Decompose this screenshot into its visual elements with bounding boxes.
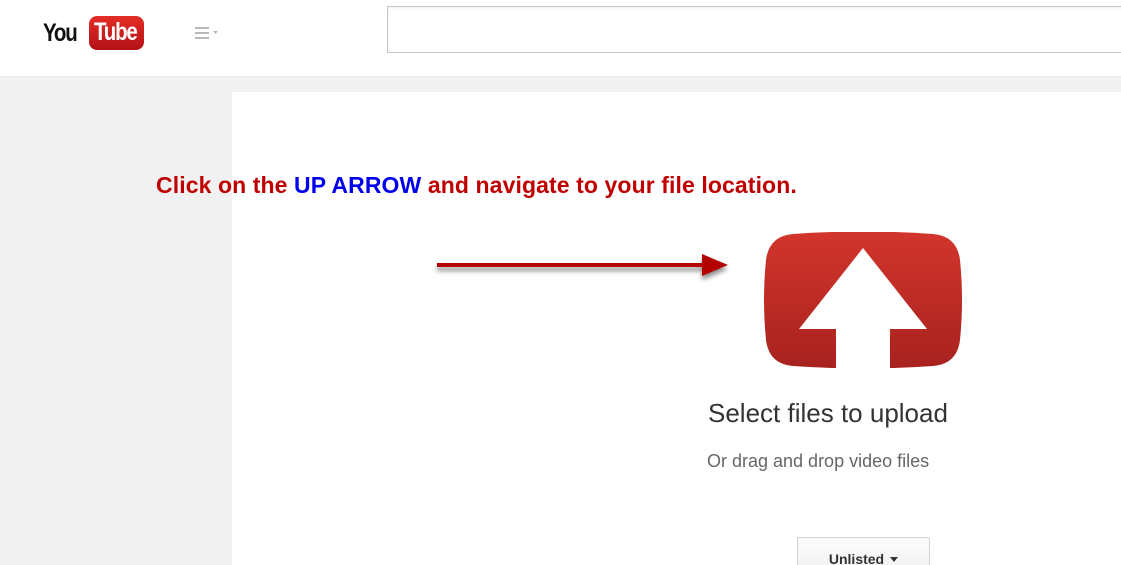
content-top-band (232, 77, 1121, 92)
masthead: You Tube (0, 0, 1121, 77)
instruction-text-end: and navigate to your file location. (421, 172, 797, 198)
pointer-arrow-annotation (437, 254, 728, 276)
upload-arrow-icon (764, 231, 962, 369)
youtube-upload-page: You Tube Click on the UP ARROW and navig… (0, 0, 1121, 565)
upload-arrow-button[interactable] (763, 231, 963, 369)
privacy-label: Unlisted (828, 551, 885, 565)
logo-tube-badge: Tube (89, 16, 144, 50)
privacy-dropdown[interactable]: Unlisted (797, 537, 930, 565)
logo-you-text: You (43, 18, 78, 47)
upload-content-area (232, 92, 1121, 565)
chevron-down-icon (213, 31, 218, 34)
logo-tube-text: Tube (94, 18, 138, 46)
search-input[interactable] (387, 6, 1121, 53)
instruction-text-start: Click on the (156, 172, 295, 198)
tutorial-instruction: Click on the UP ARROW and navigate to yo… (156, 172, 797, 199)
upload-title: Select files to upload (708, 398, 948, 428)
hamburger-icon (195, 27, 218, 39)
instruction-highlight: UP ARROW (294, 172, 422, 198)
youtube-logo[interactable]: You Tube (43, 15, 144, 51)
left-gutter (0, 77, 232, 565)
caret-down-icon (890, 557, 899, 562)
upload-subtitle: Or drag and drop video files (707, 451, 930, 471)
guide-menu-button[interactable] (195, 26, 233, 44)
